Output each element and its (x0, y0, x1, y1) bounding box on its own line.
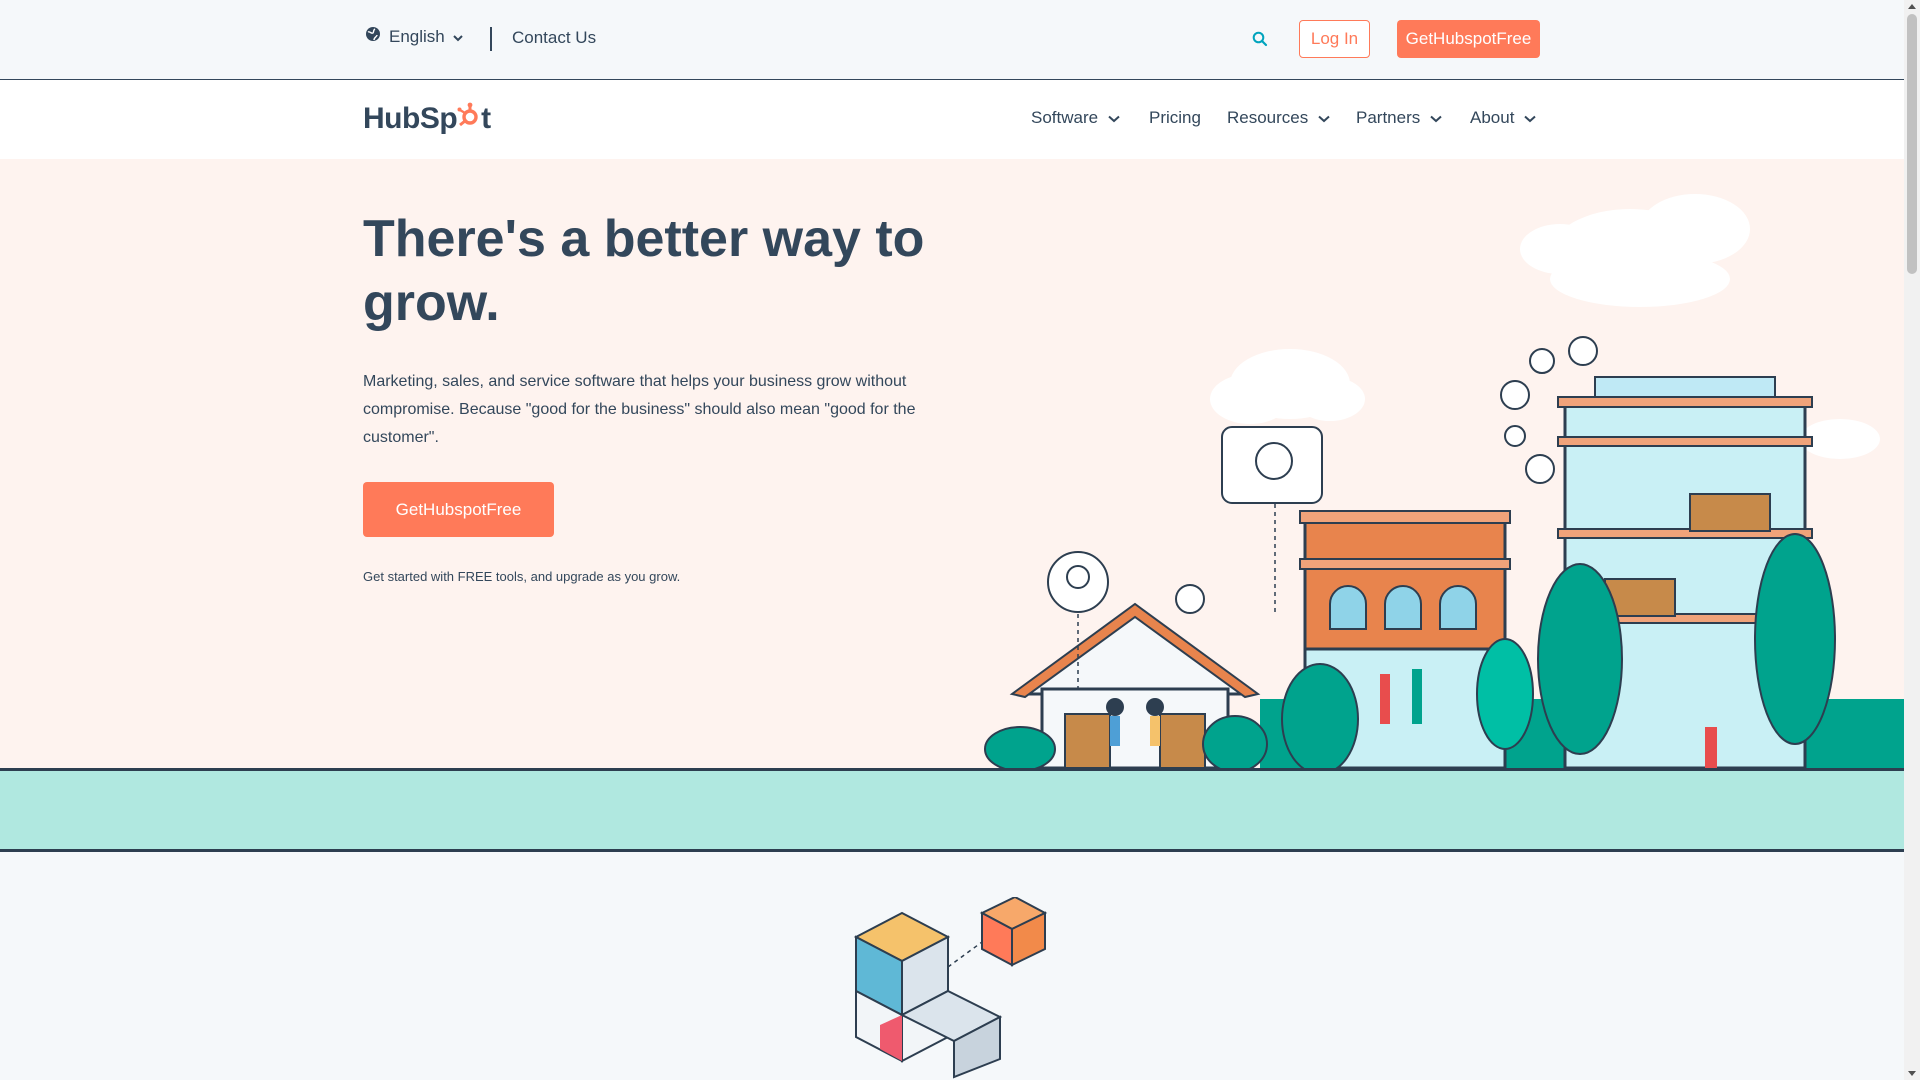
search-icon[interactable] (1252, 31, 1268, 52)
contact-us-link[interactable]: Contact Us (512, 28, 596, 48)
chevron-down-icon (453, 27, 463, 47)
nav-item-label: About (1470, 108, 1515, 127)
page-scrollbar[interactable] (1904, 0, 1920, 1080)
nav-item-resources[interactable]: Resources (1227, 108, 1330, 128)
globe-icon (365, 26, 381, 47)
nav-item-pricing[interactable]: Pricing (1149, 108, 1201, 128)
sprocket-icon (457, 102, 481, 136)
login-button[interactable]: Log In (1299, 20, 1370, 58)
scrollbar-thumb[interactable] (1907, 14, 1917, 274)
chevron-down-icon (1524, 108, 1537, 128)
nav-item-label: Partners (1356, 108, 1421, 127)
chevron-down-icon (1430, 108, 1442, 128)
blocks-illustration (853, 897, 1048, 1079)
nav-item-label: Pricing (1149, 108, 1201, 127)
hero-note: Get started with FREE tools, and upgrade… (363, 569, 681, 584)
hubspot-logo[interactable]: HubSp t (363, 102, 491, 136)
language-selector[interactable]: English (365, 26, 463, 47)
main-nav: HubSp t Software Pricing Resources Partn… (0, 80, 1904, 159)
lower-section (0, 852, 1904, 1080)
nav-item-label: Resources (1227, 108, 1309, 127)
utility-bar: English Contact Us Log In GetHubspotFree (0, 0, 1904, 80)
scroll-up-icon[interactable] (1908, 4, 1916, 9)
nav-item-partners[interactable]: Partners (1356, 108, 1442, 128)
logo-text-left: HubSp (363, 102, 458, 135)
hero-section: There's a better way to grow. Marketing,… (0, 159, 1904, 768)
nav-item-label: Software (1031, 108, 1099, 127)
chevron-down-icon (1108, 108, 1120, 128)
divider-band (0, 768, 1904, 852)
nav-item-about[interactable]: About (1470, 108, 1537, 128)
hero-title: There's a better way to grow. (363, 210, 925, 332)
language-label: English (389, 26, 445, 46)
get-hubspot-free-button[interactable]: GetHubspotFree (1397, 20, 1540, 58)
nav-item-software[interactable]: Software (1031, 108, 1120, 128)
logo-text-right: t (481, 102, 491, 135)
hero-cta-button[interactable]: GetHubspotFree (363, 482, 554, 537)
chevron-down-icon (1318, 108, 1330, 128)
hero-description: Marketing, sales, and service software t… (363, 373, 916, 446)
utility-divider (490, 27, 492, 51)
scroll-down-icon[interactable] (1908, 1071, 1916, 1076)
hero-illustration (984, 194, 1904, 768)
